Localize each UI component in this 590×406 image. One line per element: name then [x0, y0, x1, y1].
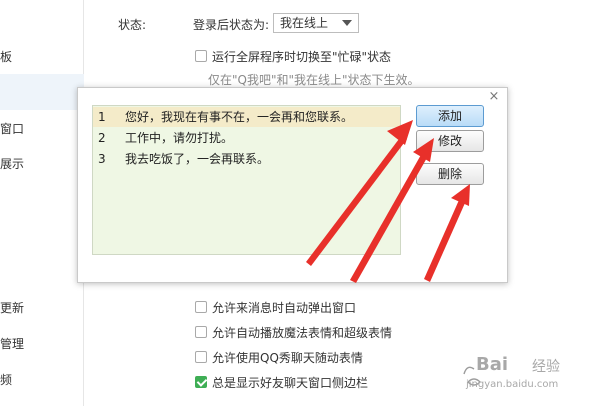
- sidebar-item-video[interactable]: 频: [0, 369, 84, 391]
- sidebar-item-label: 窗口: [0, 122, 25, 136]
- option-label: 允许来消息时自动弹出窗口: [212, 301, 357, 315]
- fullscreen-busy-label: 运行全屏程序时切换至"忙碌"状态: [212, 50, 392, 64]
- auto-reply-dialog: × 1 您好，我现在有事不在，一会再和您联系。 2 工作中，请勿打扰。 3 我去…: [77, 87, 508, 283]
- status-label: 状态:: [118, 18, 147, 32]
- list-item-text: 我去吃饭了，一会再联系。: [125, 152, 270, 166]
- watermark-brand-suffix: 经验: [532, 359, 560, 375]
- status-hint: 仅在"Q我吧"和"我在线上"状态下生效。: [208, 73, 420, 87]
- sidebar-item-display[interactable]: 展示: [0, 153, 84, 175]
- sidebar-item-panel[interactable]: 板: [0, 46, 84, 68]
- auto-reply-list[interactable]: 1 您好，我现在有事不在，一会再和您联系。 2 工作中，请勿打扰。 3 我去吃饭…: [92, 105, 401, 255]
- list-item-text: 工作中，请勿打扰。: [125, 131, 234, 145]
- sidebar-item-label: 板: [0, 50, 13, 64]
- watermark-brand: Bai: [476, 354, 509, 375]
- option-label: 允许使用QQ秀聊天随动表情: [212, 351, 363, 365]
- settings-sidebar: 板 窗口 展示 更新 管理 频: [0, 0, 84, 406]
- baidu-watermark: Bai 经验 jingyan.baidu.com: [462, 352, 586, 394]
- sidebar-item-window[interactable]: 窗口: [0, 118, 84, 140]
- list-item[interactable]: 3 我去吃饭了，一会再联系。: [93, 149, 400, 169]
- option-label: 总是显示好友聊天窗口侧边栏: [212, 376, 369, 390]
- list-item[interactable]: 2 工作中，请勿打扰。: [93, 128, 400, 148]
- sidebar-item-update[interactable]: 更新: [0, 297, 84, 319]
- close-icon[interactable]: ×: [487, 90, 501, 104]
- option-label: 允许自动播放魔法表情和超级表情: [212, 326, 393, 340]
- chevron-down-icon: [342, 20, 352, 26]
- sidebar-item-label: 更新: [0, 301, 25, 315]
- delete-button[interactable]: 删除: [416, 163, 484, 185]
- list-item-text: 您好，我现在有事不在，一会再和您联系。: [125, 110, 354, 124]
- sidebar-item-label: 展示: [0, 157, 25, 171]
- after-login-label: 登录后状态为:: [193, 18, 270, 32]
- sidebar-item-status[interactable]: [0, 74, 84, 110]
- list-item[interactable]: 1 您好，我现在有事不在，一会再和您联系。: [93, 107, 400, 127]
- auto-popup-checkbox[interactable]: [195, 301, 207, 313]
- status-select-value: 我在线上: [280, 16, 329, 30]
- sidebar-item-manage[interactable]: 管理: [0, 333, 84, 355]
- add-button[interactable]: 添加: [416, 105, 484, 127]
- status-select[interactable]: 我在线上: [273, 13, 359, 33]
- edit-button[interactable]: 修改: [416, 130, 484, 152]
- list-item-number: 3: [98, 152, 106, 166]
- watermark-url: jingyan.baidu.com: [466, 379, 559, 390]
- sidebar-item-label: 管理: [0, 337, 25, 351]
- show-sidebar-checkbox[interactable]: [195, 376, 207, 388]
- magic-emoji-checkbox[interactable]: [195, 326, 207, 338]
- sidebar-item-label: 频: [0, 373, 13, 387]
- list-item-number: 2: [98, 131, 106, 145]
- fullscreen-busy-checkbox[interactable]: [195, 50, 207, 62]
- qq-show-checkbox[interactable]: [195, 351, 207, 363]
- list-item-number: 1: [98, 110, 106, 124]
